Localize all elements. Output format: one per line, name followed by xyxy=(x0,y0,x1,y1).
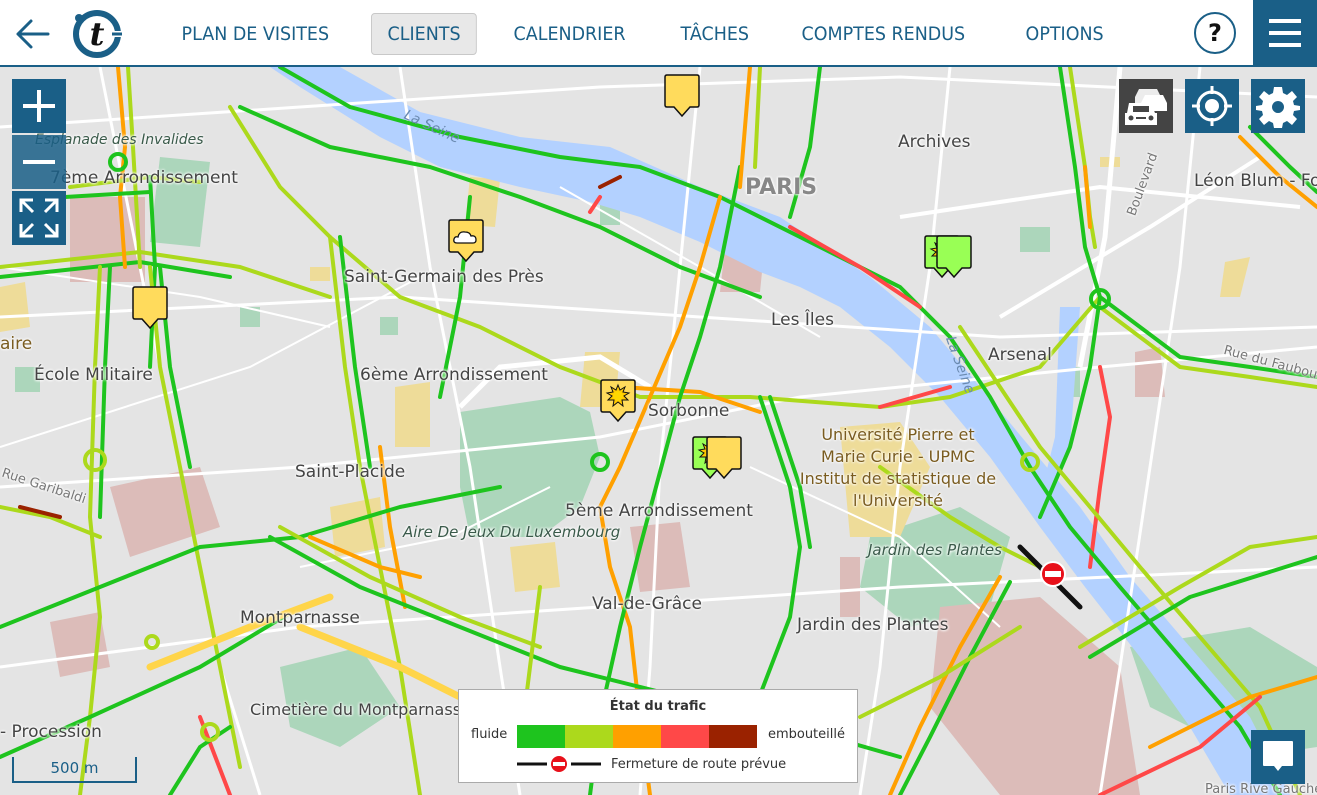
marker-pin-icon xyxy=(448,219,484,263)
hamburger-icon-bar xyxy=(1269,42,1301,47)
marker-pin-icon xyxy=(600,379,636,423)
expand-icon xyxy=(19,198,59,238)
nav-comptes-rendus[interactable]: COMPTES RENDUS xyxy=(785,13,982,55)
legend-low-label: fluide xyxy=(471,727,508,742)
chat-button[interactable] xyxy=(1251,730,1305,784)
logo-icon: t xyxy=(73,10,122,58)
nav-plan-de-visites[interactable]: PLAN DE VISITES xyxy=(165,13,346,55)
client-marker[interactable] xyxy=(600,379,636,425)
legend-swatch-heavy xyxy=(661,725,709,748)
fullscreen-button[interactable] xyxy=(12,191,66,245)
legend-color-scale xyxy=(517,725,757,748)
app-logo[interactable]: t xyxy=(70,9,122,59)
legend-title: État du trafic xyxy=(609,699,707,714)
chat-bubble-icon xyxy=(1263,741,1293,771)
help-button[interactable]: ? xyxy=(1194,12,1236,54)
traffic-toggle-button[interactable] xyxy=(1119,79,1173,133)
hamburger-icon-bar xyxy=(1269,30,1301,35)
client-marker[interactable] xyxy=(664,74,700,120)
legend-swatch-moderate xyxy=(613,725,661,748)
crosshair-icon xyxy=(1192,86,1232,126)
traffic-legend: État du trafic fluide embouteillé Fermet… xyxy=(458,689,858,783)
zoom-out-button[interactable] xyxy=(12,135,66,189)
plus-icon xyxy=(23,90,55,122)
hamburger-icon-bar xyxy=(1269,18,1301,23)
top-navigation-bar: t PLAN DE VISITES CLIENTS CALENDRIER TÂC… xyxy=(0,0,1317,67)
marker-pin-icon xyxy=(664,74,700,118)
traffic-cars-icon xyxy=(1125,89,1167,125)
minus-icon xyxy=(23,160,55,164)
map-settings-button[interactable] xyxy=(1251,79,1305,133)
main-nav: PLAN DE VISITES CLIENTS CALENDRIER TÂCHE… xyxy=(165,13,1140,55)
zoom-in-button[interactable] xyxy=(12,79,66,133)
map-view[interactable]: Esplanade des Invalides 7ème Arrondissem… xyxy=(0,67,1317,795)
legend-swatch-light xyxy=(565,725,613,748)
back-button[interactable] xyxy=(12,14,52,54)
marker-pin-icon xyxy=(936,235,972,279)
locate-me-button[interactable] xyxy=(1185,79,1239,133)
nav-clients[interactable]: CLIENTS xyxy=(371,13,478,55)
client-marker[interactable] xyxy=(706,436,742,482)
arrow-left-icon xyxy=(16,19,50,49)
help-icon: ? xyxy=(1208,19,1222,47)
app-root: t PLAN DE VISITES CLIENTS CALENDRIER TÂC… xyxy=(0,0,1317,795)
gear-icon xyxy=(1256,87,1300,128)
legend-closure-label: Fermeture de route prévue xyxy=(611,757,787,772)
scale-label: 500 m xyxy=(50,759,99,777)
marker-pin-icon xyxy=(706,436,742,480)
nav-calendrier[interactable]: CALENDRIER xyxy=(497,13,642,55)
no-entry-icon xyxy=(517,756,601,772)
legend-swatch-fluide xyxy=(517,725,565,748)
svg-text:t: t xyxy=(90,15,105,53)
client-marker[interactable] xyxy=(132,286,168,332)
client-marker[interactable] xyxy=(448,219,484,265)
nav-taches[interactable]: TÂCHES xyxy=(664,13,766,55)
legend-swatch-embouteille xyxy=(709,725,757,748)
legend-high-label: embouteillé xyxy=(767,727,845,742)
client-marker[interactable] xyxy=(936,235,972,281)
road-closure-icon[interactable] xyxy=(1040,561,1066,587)
map-scale-bar: 500 m xyxy=(12,757,137,783)
nav-options[interactable]: OPTIONS xyxy=(1009,13,1120,55)
marker-pin-icon xyxy=(132,286,168,330)
map-canvas[interactable] xyxy=(0,67,1317,795)
menu-button[interactable] xyxy=(1253,0,1317,65)
